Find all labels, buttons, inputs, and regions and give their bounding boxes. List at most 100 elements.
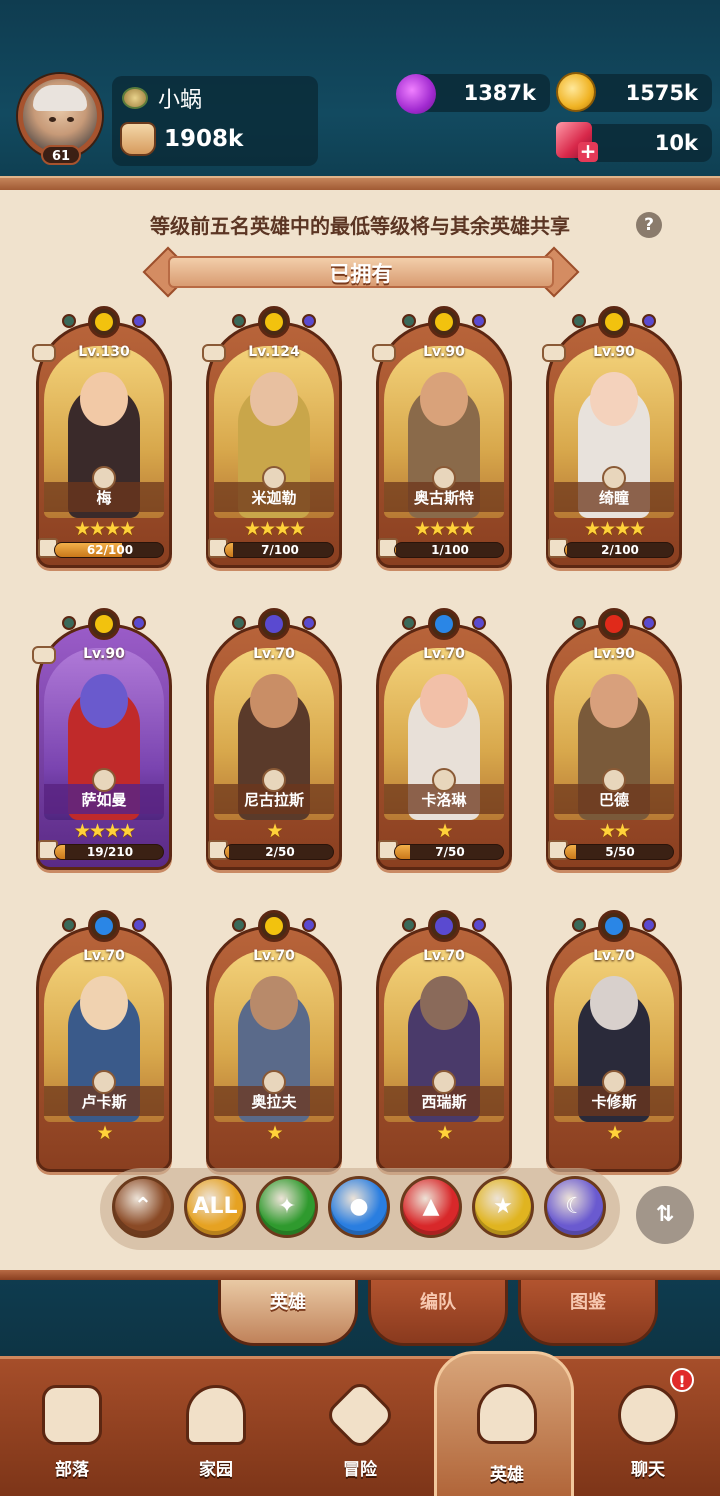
hero-card[interactable]: Lv.70 卡修斯 ★ [546,910,682,1172]
hero-card[interactable]: Lv.70 西瑞斯 ★ [376,910,512,1172]
hero-stars: ★ [266,1122,283,1144]
hero-level: Lv.124 [248,344,300,360]
fire-filter-button[interactable]: ▲ [400,1176,462,1238]
role-icon [602,768,626,792]
fire-icon: ▲ [422,1194,440,1219]
shard-progress-text: 1/100 [431,543,469,557]
secondary-element-icon [402,314,416,328]
hero-level: Lv.90 [593,646,635,662]
hero-level: Lv.90 [593,344,635,360]
secondary-element-icon [472,918,486,932]
shard-progress-bar: 2/50 [224,844,334,860]
secondary-element-icon [302,314,316,328]
hero-card[interactable]: Lv.70 尼古拉斯 ★ 2/50 [206,608,342,870]
role-icon [432,768,456,792]
hero-level: Lv.70 [423,948,465,964]
hero-level: Lv.90 [83,646,125,662]
hero-level: Lv.70 [83,948,125,964]
tab-formation[interactable]: 编队 [368,1280,508,1346]
hero-level: Lv.70 [423,646,465,662]
sort-order-button[interactable]: ⇅ [636,1186,694,1244]
hero-stars: ★★★★ [243,518,306,540]
dark-filter-button[interactable]: ☾ [544,1176,606,1238]
nav-label: 英雄 [490,1465,524,1485]
chat-notification-badge: ! [670,1368,694,1392]
hero-stars: ★★ [598,820,631,842]
potion-value: 1387k [463,81,536,105]
player-info-panel[interactable]: 小蜗 1908k [112,76,318,166]
hero-head [590,674,638,728]
shard-progress-bar: 19/210 [54,844,164,860]
player-avatar[interactable]: 61 [18,74,102,165]
nature-filter-button[interactable]: ✦ [256,1176,318,1238]
help-icon[interactable]: ? [636,212,662,238]
nav-label: 家园 [199,1460,233,1480]
secondary-element-icon [402,918,416,932]
hero-stars: ★ [266,820,283,842]
tab-codex[interactable]: 图鉴 [518,1280,658,1346]
hero-level: Lv.90 [423,344,465,360]
water-filter-button[interactable]: ● [328,1176,390,1238]
hero-card[interactable]: Lv.90 巴德 ★★ 5/50 [546,608,682,870]
sort-up-filter-button[interactable]: ⌃ [112,1176,174,1238]
role-icon [602,1070,626,1094]
all-filter-button[interactable]: ALL [184,1176,246,1238]
element-icon [258,910,290,942]
tabs-trim [0,1270,720,1280]
hero-card[interactable]: Lv.130 梅 ★★★★ 62/100 [32,306,172,568]
element-icon [258,306,290,338]
element-icon [428,608,460,640]
nav-adventure[interactable]: 冒险 [300,1371,420,1491]
nav-chat[interactable]: 聊天 [588,1371,708,1491]
shard-progress-bar: 5/50 [564,844,674,860]
nav-label: 聊天 [631,1460,665,1480]
secondary-element-icon [232,314,246,328]
rank-badge-icon [122,87,148,109]
hero-tabs: 英雄 编队 图鉴 [0,1270,720,1356]
hero-head [80,372,128,426]
secondary-element-icon [62,314,76,328]
hero-card[interactable]: Lv.90 萨如曼 ★★★★ 19/210 [32,608,172,870]
owned-section-title: 已拥有 [329,262,393,286]
shard-progress-bar: 7/100 [224,542,334,558]
hero-card[interactable]: Lv.90 绮瞳 ★★★★ 2/100 [542,306,682,568]
hero-level: Lv.70 [253,646,295,662]
element-icon [428,306,460,338]
crossed-swords-icon [323,1378,397,1452]
shard-progress-text: 7/50 [435,845,465,859]
hero-card[interactable]: Lv.70 卢卡斯 ★ [36,910,172,1172]
shard-progress-text: 19/210 [86,845,134,859]
nav-tribe[interactable]: 部落 [12,1371,132,1491]
hero-stars: ★★★★ [73,820,136,842]
secondary-element-icon [642,616,656,630]
add-gems-icon[interactable]: + [578,141,598,162]
element-icon [598,910,630,942]
hero-stars: ★★★★ [413,518,476,540]
hero-stars: ★ [606,1122,623,1144]
hero-level: Lv.70 [593,948,635,964]
hero-card[interactable]: Lv.124 米迦勒 ★★★★ 7/100 [202,306,342,568]
hero-card[interactable]: Lv.70 卡洛琳 ★ 7/50 [376,608,512,870]
hero-card[interactable]: Lv.90 奥古斯特 ★★★★ 1/100 [372,306,512,568]
secondary-element-icon [62,918,76,932]
nav-heroes[interactable]: 英雄 [434,1351,574,1496]
avatar-eye [67,117,74,122]
player-level-badge: 61 [41,145,81,165]
nav-home[interactable]: 家园 [156,1371,276,1491]
shard-progress-text: 62/100 [86,543,134,557]
shard-progress-bar: 7/50 [394,844,504,860]
secondary-element-icon [472,616,486,630]
hero-card[interactable]: Lv.70 奥拉夫 ★ [206,910,342,1172]
role-icon [262,768,286,792]
secondary-element-icon [232,616,246,630]
gold-coin-icon [556,72,596,112]
tab-heroes[interactable]: 英雄 [218,1280,358,1346]
top-bar-trim [0,176,720,190]
shard-progress-text: 2/50 [265,845,295,859]
dark-icon: ☾ [565,1194,585,1219]
nav-label: 冒险 [343,1460,377,1480]
hero-head [80,976,128,1030]
secondary-element-icon [472,314,486,328]
gold-value: 1575k [625,81,698,105]
light-filter-button[interactable]: ★ [472,1176,534,1238]
